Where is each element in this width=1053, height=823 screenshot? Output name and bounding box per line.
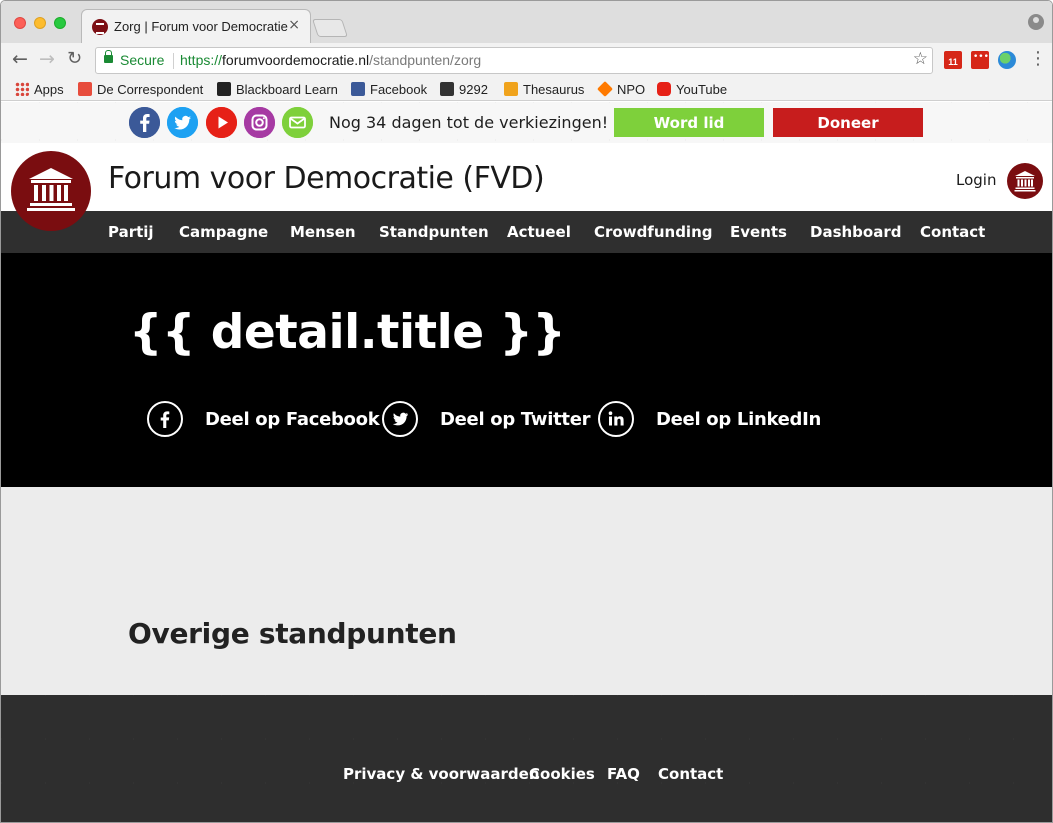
9292-icon bbox=[440, 82, 454, 96]
nav-item-actueel[interactable]: Actueel bbox=[507, 223, 571, 241]
bookmark-label: Blackboard Learn bbox=[236, 81, 338, 97]
nav-item-mensen[interactable]: Mensen bbox=[290, 223, 356, 241]
footer-link-contact[interactable]: Contact bbox=[658, 765, 723, 783]
content-section: Overige standpunten bbox=[1, 487, 1052, 695]
nav-item-contact[interactable]: Contact bbox=[920, 223, 985, 241]
lock-icon bbox=[104, 50, 113, 63]
nav-item-campagne[interactable]: Campagne bbox=[179, 223, 268, 241]
blackboard-icon bbox=[217, 82, 231, 96]
join-button[interactable]: Word lid bbox=[614, 108, 764, 137]
share-label: Deel op Twitter bbox=[440, 408, 591, 430]
share-linkedin-button[interactable]: Deel op LinkedIn bbox=[598, 401, 821, 437]
share-twitter-button[interactable]: Deel op Twitter bbox=[382, 401, 591, 437]
twitter-icon bbox=[382, 401, 418, 437]
footer-link-cookies[interactable]: Cookies bbox=[529, 765, 595, 783]
main-navigation: Partij Campagne Mensen Standpunten Actue… bbox=[1, 211, 1052, 253]
url-host: forumvoordemocratie.nl bbox=[222, 52, 370, 68]
tab-strip: Zorg | Forum voor Democratie × bbox=[1, 1, 1052, 43]
facebook-icon[interactable] bbox=[129, 107, 160, 138]
new-tab-button[interactable] bbox=[312, 19, 348, 37]
forward-arrow-icon[interactable]: → bbox=[39, 49, 55, 69]
site-footer: Privacy & voorwaarden Cookies FAQ Contac… bbox=[1, 695, 1052, 822]
linkedin-icon bbox=[598, 401, 634, 437]
apps-grid-icon bbox=[15, 82, 29, 96]
address-separator bbox=[173, 53, 174, 69]
bookmark-label: Facebook bbox=[370, 81, 428, 97]
browser-window: Zorg | Forum voor Democratie × ← → ↻ Sec… bbox=[0, 0, 1053, 823]
tab-title: Zorg | Forum voor Democratie bbox=[114, 19, 288, 34]
share-label: Deel op LinkedIn bbox=[656, 408, 822, 430]
url-text[interactable]: https://forumvoordemocratie.nl/standpunt… bbox=[180, 52, 481, 68]
bookmark-label: De Correspondent bbox=[97, 81, 204, 97]
npo-icon bbox=[597, 81, 613, 97]
bookmark-thesaurus[interactable]: Thesaurus bbox=[504, 80, 584, 98]
bookmark-label: Apps bbox=[34, 81, 64, 97]
hero-section: {{ detail.title }} Deel op Facebook Deel… bbox=[1, 253, 1052, 487]
reload-icon[interactable]: ↻ bbox=[67, 49, 82, 69]
bookmark-label: NPO bbox=[617, 81, 646, 97]
bookmark-label: YouTube bbox=[676, 81, 728, 97]
browser-toolbar: ← → ↻ Secure https://forumvoordemocratie… bbox=[1, 43, 1052, 77]
profile-icon[interactable] bbox=[1028, 14, 1044, 30]
minimize-window-button[interactable] bbox=[34, 17, 46, 29]
twitter-icon[interactable] bbox=[167, 107, 198, 138]
mail-icon[interactable] bbox=[282, 107, 313, 138]
globe-extension-icon[interactable] bbox=[998, 51, 1016, 69]
nav-item-events[interactable]: Events bbox=[730, 223, 787, 241]
address-bar[interactable]: Secure https://forumvoordemocratie.nl/st… bbox=[95, 47, 933, 74]
bookmark-label: Thesaurus bbox=[523, 81, 585, 97]
bookmark-youtube[interactable]: YouTube bbox=[657, 80, 727, 98]
election-countdown: Nog 34 dagen tot de verkiezingen! bbox=[329, 113, 609, 132]
secure-label: Secure bbox=[120, 52, 165, 68]
nav-item-standpunten[interactable]: Standpunten bbox=[379, 223, 489, 241]
web-page: Nog 34 dagen tot de verkiezingen! Word l… bbox=[1, 102, 1052, 822]
bookmark-npo[interactable]: NPO bbox=[597, 80, 646, 98]
browser-menu-icon[interactable]: ⋮ bbox=[1029, 49, 1047, 69]
de-correspondent-icon bbox=[78, 82, 92, 96]
bookmark-blackboard[interactable]: Blackboard Learn bbox=[217, 80, 338, 98]
bookmark-label: 9292 bbox=[459, 81, 488, 97]
nav-item-dashboard[interactable]: Dashboard bbox=[810, 223, 901, 241]
tab-close-icon[interactable]: × bbox=[288, 17, 300, 33]
dots-extension-icon[interactable] bbox=[971, 51, 989, 69]
calendar-extension-icon[interactable]: 11 bbox=[944, 51, 962, 69]
section-title: Overige standpunten bbox=[128, 617, 457, 650]
browser-tab[interactable]: Zorg | Forum voor Democratie × bbox=[81, 9, 311, 43]
bookmark-facebook[interactable]: Facebook bbox=[351, 80, 427, 98]
url-scheme: https:// bbox=[180, 52, 223, 68]
login-link[interactable]: Login bbox=[956, 171, 996, 189]
facebook-icon bbox=[147, 401, 183, 437]
url-path: /standpunten/zorg bbox=[369, 52, 482, 68]
youtube-icon bbox=[657, 82, 671, 96]
footer-link-faq[interactable]: FAQ bbox=[607, 765, 640, 783]
social-bar: Nog 34 dagen tot de verkiezingen! Word l… bbox=[1, 102, 1052, 143]
youtube-icon[interactable] bbox=[206, 107, 237, 138]
fvd-logo-icon[interactable] bbox=[11, 151, 91, 231]
thesaurus-icon bbox=[504, 82, 518, 96]
instagram-icon[interactable] bbox=[244, 107, 275, 138]
bookmark-apps[interactable]: Apps bbox=[15, 80, 64, 98]
footer-link-privacy[interactable]: Privacy & voorwaarden bbox=[343, 765, 540, 783]
page-title: {{ detail.title }} bbox=[129, 305, 566, 360]
fvd-account-icon[interactable] bbox=[1007, 163, 1043, 199]
bookmark-9292[interactable]: 9292 bbox=[440, 80, 488, 98]
close-window-button[interactable] bbox=[14, 17, 26, 29]
donate-button[interactable]: Doneer bbox=[773, 108, 923, 137]
nav-item-partij[interactable]: Partij bbox=[108, 223, 154, 241]
bookmark-star-icon[interactable]: ☆ bbox=[913, 49, 928, 69]
site-title[interactable]: Forum voor Democratie (FVD) bbox=[108, 161, 545, 196]
share-label: Deel op Facebook bbox=[205, 408, 380, 430]
facebook-icon bbox=[351, 82, 365, 96]
bookmarks-bar: Apps De Correspondent Blackboard Learn F… bbox=[1, 77, 1052, 101]
site-header: Forum voor Democratie (FVD) Login bbox=[1, 143, 1052, 231]
bookmark-de-correspondent[interactable]: De Correspondent bbox=[78, 80, 203, 98]
fvd-favicon-icon bbox=[92, 19, 108, 35]
nav-item-crowdfunding[interactable]: Crowdfunding bbox=[594, 223, 712, 241]
maximize-window-button[interactable] bbox=[54, 17, 66, 29]
share-facebook-button[interactable]: Deel op Facebook bbox=[147, 401, 380, 437]
back-arrow-icon[interactable]: ← bbox=[12, 49, 28, 69]
